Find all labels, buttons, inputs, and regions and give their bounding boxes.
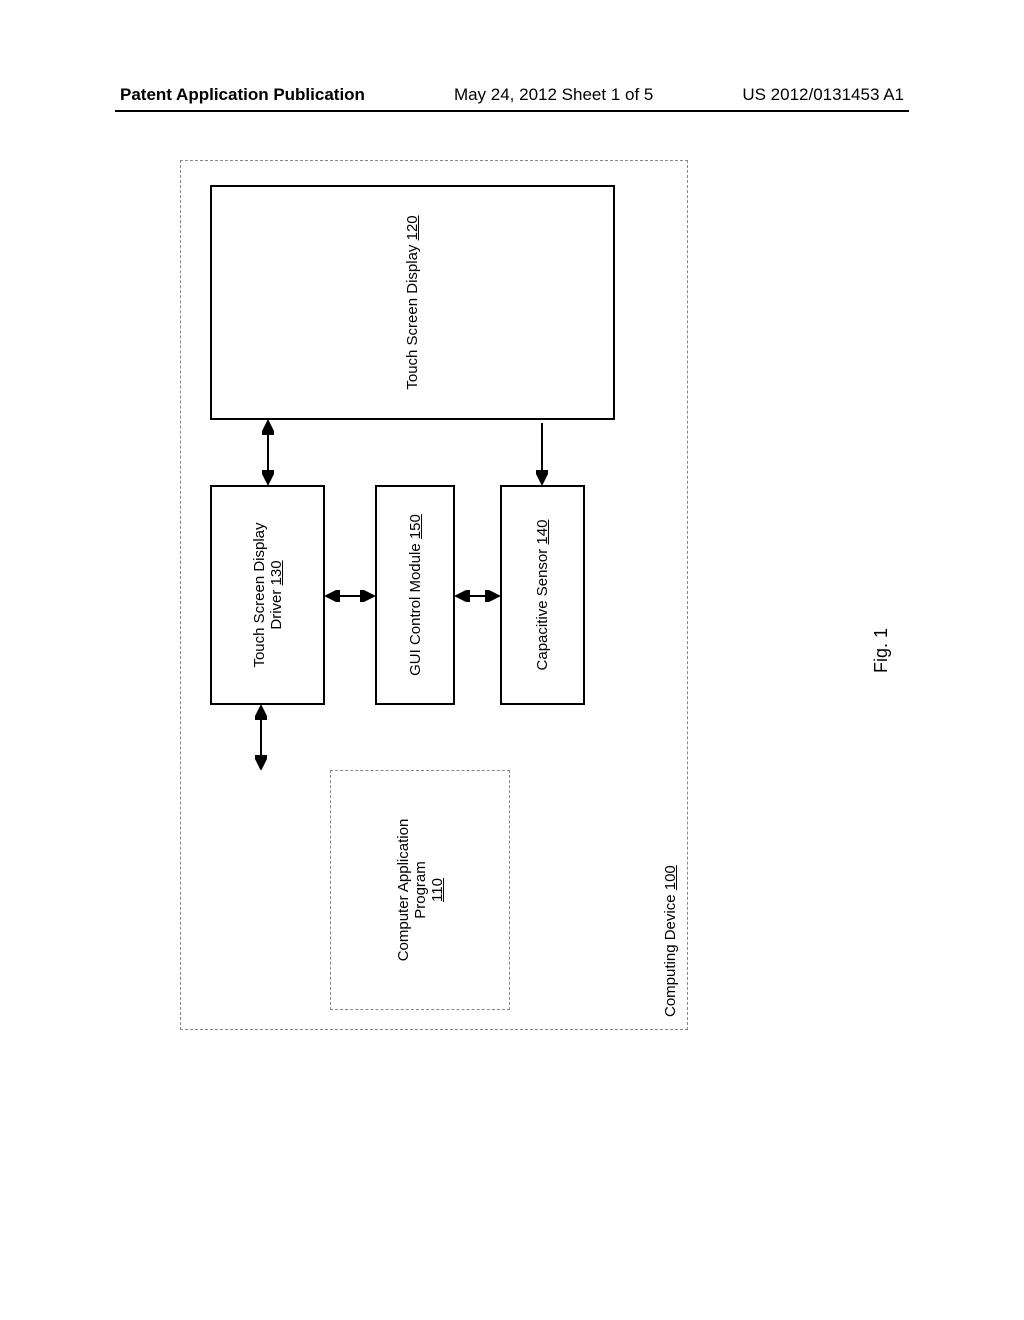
- header-center: May 24, 2012 Sheet 1 of 5: [454, 85, 653, 105]
- computing-device-label: Computing Device 100: [662, 865, 679, 1017]
- touch-screen-display-box: Touch Screen Display 120: [210, 185, 615, 420]
- arrow-sensor-display: [536, 420, 548, 485]
- header-right: US 2012/0131453 A1: [742, 85, 904, 105]
- header-left: Patent Application Publication: [120, 85, 365, 105]
- arrow-driver-display: [262, 420, 274, 485]
- arrow-app-driver: [255, 705, 267, 770]
- app-program-box: Computer Application Program 110: [330, 770, 510, 1010]
- gui-control-module-box: GUI Control Module 150: [375, 485, 455, 705]
- capacitive-sensor-box: Capacitive Sensor 140: [500, 485, 585, 705]
- touch-screen-driver-box: Touch Screen Display Driver 130: [210, 485, 325, 705]
- arrow-gui-sensor: [455, 590, 500, 602]
- header-divider: [115, 110, 909, 112]
- figure-label: Fig. 1: [871, 628, 892, 673]
- diagram-container: Computing Device 100 Computer Applicatio…: [0, 341, 869, 849]
- arrow-driver-gui: [325, 590, 375, 602]
